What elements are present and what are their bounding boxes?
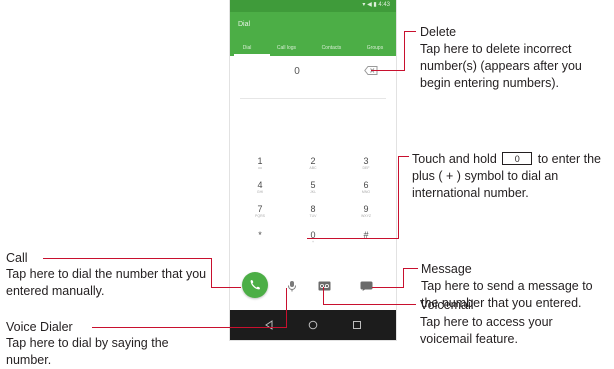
zero-key-description: Touch and hold 0 to enter the plus ( + )…: [412, 151, 608, 202]
key-digit: 2: [310, 156, 316, 166]
key-digit: 3: [363, 156, 369, 166]
dialpad-key-4[interactable]: 4 GHI: [250, 180, 270, 202]
number-field-underline: [240, 98, 386, 99]
key-letters: PQRS: [255, 214, 265, 218]
dialpad-key-6[interactable]: 6 MNO: [356, 180, 376, 202]
message-icon[interactable]: [360, 281, 373, 291]
recent-apps-icon[interactable]: [352, 320, 362, 330]
key-letters: oo: [258, 166, 262, 170]
app-title: Dial: [238, 21, 251, 28]
dialpad: 1 oo 2 ABC 3 DEF 4 GHI 5 JKL 6 MNO 7 PQRS 8 TUV …: [244, 150, 382, 260]
callout-line-delete: [371, 70, 405, 71]
key-letters: ABC: [309, 166, 317, 170]
callout-line-zero-key: [398, 156, 409, 157]
call-title: Call: [6, 251, 28, 265]
app-bar: Dial: [230, 12, 396, 40]
key-digit: 8: [310, 204, 316, 214]
delete-description: Tap here to delete incorrect number(s) (…: [420, 42, 582, 90]
key-letters: MNO: [361, 190, 371, 194]
key-digit: 1: [257, 156, 263, 166]
phone-screenshot: ▾ ◀ ▮ 4:43 Dial Dial Call logs Contacts …: [230, 0, 396, 340]
dialpad-key-5[interactable]: 5 JKL: [303, 180, 323, 202]
call-description: Tap here to dial the number that you ent…: [6, 267, 207, 298]
tab-contacts[interactable]: Contacts: [322, 45, 342, 51]
zero-key-description-pre: Touch and hold: [412, 152, 497, 166]
key-digit: 5: [310, 180, 316, 190]
voicemail-title: Voicemail: [420, 298, 474, 312]
voice-dialer-description: Tap here to dial by saying the number.: [6, 336, 169, 367]
dialpad-key-2[interactable]: 2 ABC: [303, 156, 323, 178]
status-bar: ▾ ◀ ▮ 4:43: [230, 0, 396, 12]
zero-key-glyph: 0: [502, 152, 533, 165]
callout-line-voice-dialer: [286, 288, 287, 328]
callout-line-message: [403, 268, 404, 288]
delete-title: Delete: [420, 25, 457, 39]
voicemail-description: Tap here to access your voicemail featur…: [420, 315, 553, 346]
voice-dialer-icon[interactable]: [286, 280, 298, 292]
key-digit: 4: [257, 180, 263, 190]
key-letters: JKL: [309, 190, 317, 194]
key-letters: DEF: [362, 166, 370, 170]
dialpad-key-0[interactable]: 0 +: [303, 230, 323, 252]
status-bar-text: ▾ ◀ ▮ 4:43: [362, 2, 390, 8]
message-title: Message: [421, 262, 472, 276]
call-button[interactable]: [242, 272, 268, 298]
dialpad-key-9[interactable]: 9 WXYZ: [356, 204, 376, 226]
home-icon[interactable]: [308, 320, 318, 330]
key-letters: WXYZ: [360, 214, 372, 218]
key-digit: 7: [257, 204, 263, 214]
callout-line-delete: [404, 31, 405, 71]
dialpad-key-hash[interactable]: #: [356, 230, 376, 252]
key-digit: 6: [363, 180, 369, 190]
callout-line-voicemail: [323, 304, 416, 305]
key-digit: *: [258, 230, 262, 240]
key-digit: 9: [363, 204, 369, 214]
voice-dialer-title: Voice Dialer: [6, 320, 73, 334]
dialpad-key-star[interactable]: *: [250, 230, 270, 252]
callout-line-zero-key: [398, 156, 399, 239]
callout-line-message: [372, 287, 404, 288]
tab-call-logs[interactable]: Call logs: [277, 45, 296, 51]
entered-number: 0: [294, 66, 300, 77]
back-icon[interactable]: [264, 320, 274, 330]
dialpad-key-8[interactable]: 8 TUV: [303, 204, 323, 226]
dialpad-key-3[interactable]: 3 DEF: [356, 156, 376, 178]
key-letters: GHI: [256, 190, 264, 194]
dialpad-key-7[interactable]: 7 PQRS: [250, 204, 270, 226]
tab-dial[interactable]: Dial: [243, 45, 252, 51]
key-letters: +: [311, 240, 315, 244]
callout-line-message: [403, 268, 418, 269]
voicemail-icon[interactable]: [318, 281, 331, 291]
dialpad-key-1[interactable]: 1 oo: [250, 156, 270, 178]
tab-groups[interactable]: Groups: [367, 45, 383, 51]
callout-line-voice-dialer: [92, 327, 287, 328]
callout-line-call: [43, 258, 212, 259]
active-tab-indicator: [234, 54, 270, 56]
callout-line-voicemail: [323, 287, 324, 305]
navigation-bar: [230, 310, 396, 340]
callout-line-zero-key: [307, 238, 399, 239]
callout-line-delete: [404, 31, 416, 32]
phone-icon: [250, 280, 260, 290]
key-letters: TUV: [309, 214, 317, 218]
